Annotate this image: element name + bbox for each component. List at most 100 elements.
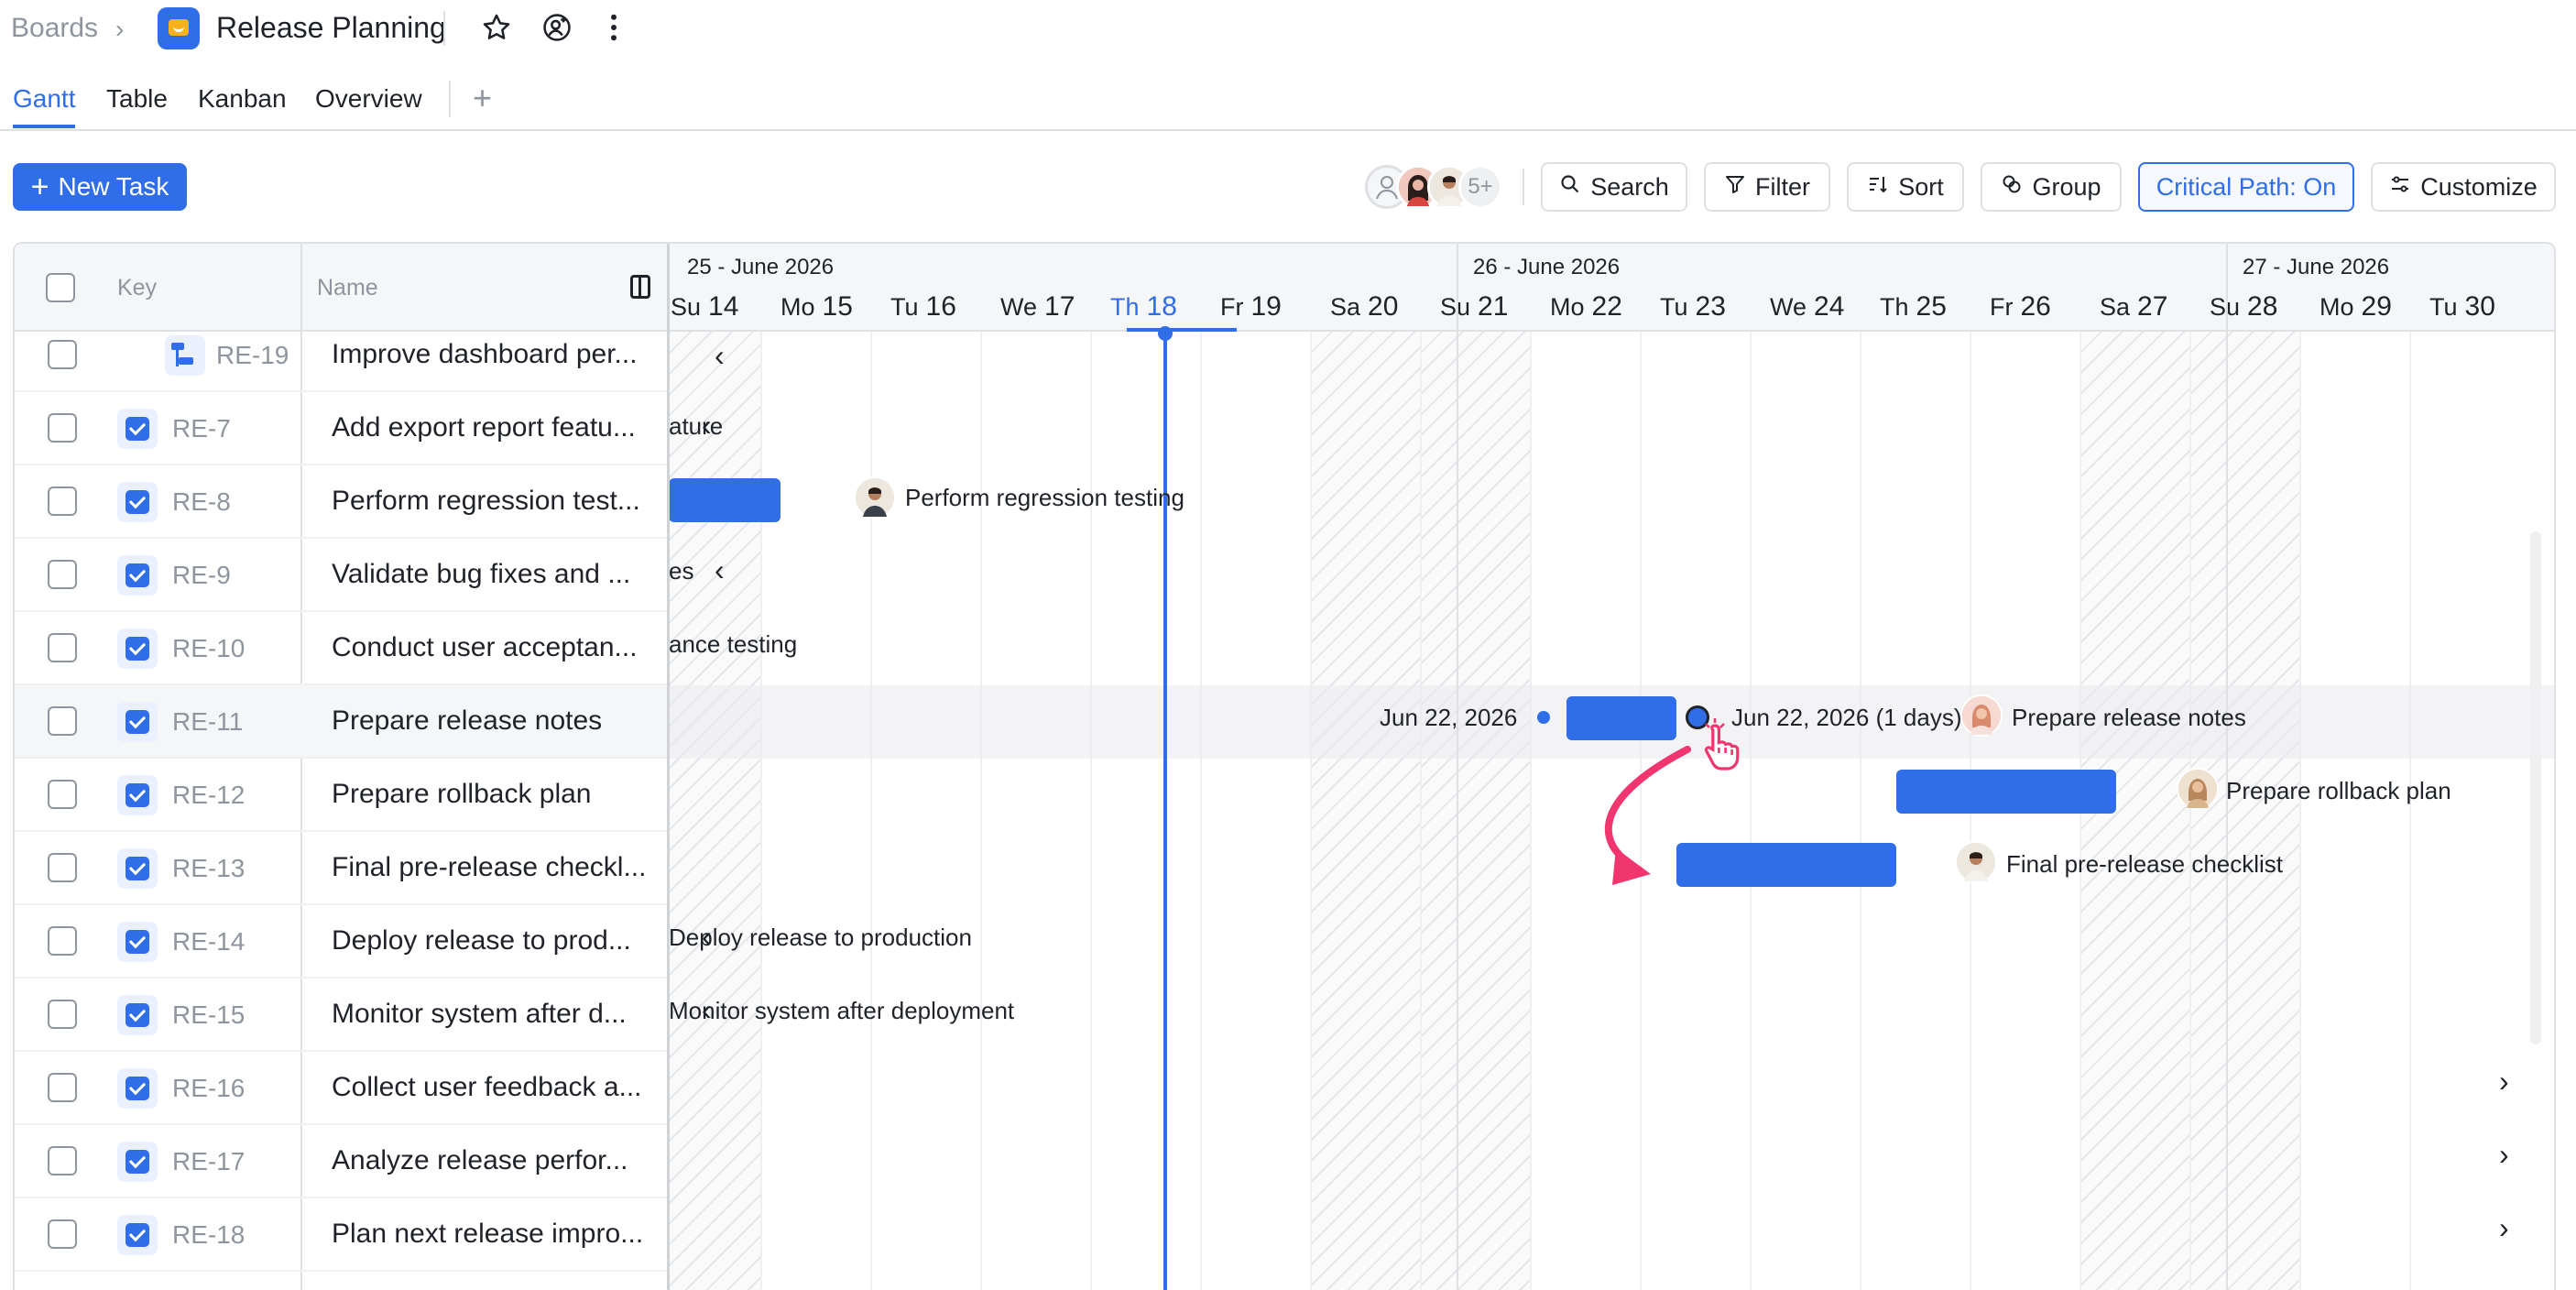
task-name[interactable]: Deploy release to prod... [332, 925, 652, 957]
row-checkbox[interactable] [48, 486, 77, 516]
vertical-scrollbar[interactable] [2530, 531, 2541, 1044]
row-checkbox[interactable] [48, 633, 77, 662]
task-key[interactable]: RE-19 [216, 341, 289, 370]
row-checkbox[interactable] [48, 706, 77, 736]
new-task-button[interactable]: + New Task [13, 163, 187, 211]
pane-splitter[interactable] [667, 244, 670, 1290]
table-row[interactable]: RE-17 Analyze release perfor... [15, 1125, 667, 1198]
row-checkbox[interactable] [48, 1000, 77, 1029]
table-row[interactable]: RE-7 Add export report featu... [15, 392, 667, 465]
task-key[interactable]: RE-18 [172, 1220, 245, 1250]
filter-button[interactable]: Filter [1704, 162, 1830, 212]
task-name[interactable]: Conduct user acceptan... [332, 632, 652, 663]
task-type-checkbox-icon [117, 775, 158, 815]
task-type-checkbox-icon [117, 629, 158, 669]
plus-icon: + [30, 169, 49, 204]
task-name[interactable]: Improve dashboard per... [332, 339, 652, 370]
task-name[interactable]: Final pre-release checkl... [332, 852, 652, 883]
task-key[interactable]: RE-14 [172, 927, 245, 957]
more-icon[interactable] [595, 9, 632, 46]
task-key[interactable]: RE-13 [172, 854, 245, 883]
table-row[interactable]: RE-10 Conduct user acceptan... [15, 612, 667, 685]
table-row[interactable]: RE-15 Monitor system after d... [15, 978, 667, 1052]
task-key[interactable]: RE-17 [172, 1147, 245, 1176]
sort-icon [1867, 173, 1889, 202]
table-row[interactable]: RE-19 Improve dashboard per... [15, 319, 667, 392]
row-checkbox[interactable] [48, 780, 77, 809]
add-view-icon[interactable]: + [473, 79, 492, 117]
task-name[interactable]: Collect user feedback a... [332, 1072, 652, 1103]
task-name[interactable]: Validate bug fixes and ... [332, 559, 652, 590]
row-checkbox[interactable] [48, 926, 77, 956]
critical-path-toggle[interactable]: Critical Path: On [2138, 162, 2354, 212]
task-key[interactable]: RE-15 [172, 1000, 245, 1030]
table-row[interactable]: RE-16 Collect user feedback a... [15, 1052, 667, 1125]
column-header-key[interactable]: Key [117, 275, 157, 301]
active-tab-indicator [13, 125, 75, 128]
gantt-grid: Key Name RE-19 Improve dashboard per... RE… [13, 242, 2556, 1290]
row-checkbox[interactable] [48, 560, 77, 589]
task-name[interactable]: Prepare rollback plan [332, 779, 652, 810]
freeze-column-icon[interactable] [630, 275, 650, 299]
row-checkbox[interactable] [48, 853, 77, 882]
table-row[interactable]: RE-14 Deploy release to prod... [15, 905, 667, 978]
task-key[interactable]: RE-8 [172, 487, 231, 517]
customize-label: Customize [2420, 172, 2538, 201]
group-icon [2001, 173, 2023, 202]
task-name[interactable]: Analyze release perfor... [332, 1145, 652, 1176]
breadcrumb-chevron-icon: › [115, 15, 125, 43]
sort-button[interactable]: Sort [1847, 162, 1964, 212]
tab-overview[interactable]: Overview [315, 84, 422, 114]
task-key[interactable]: RE-7 [172, 414, 231, 443]
task-name[interactable]: Monitor system after d... [332, 999, 652, 1030]
hand-pointer-icon [1704, 718, 1740, 771]
follow-icon[interactable] [539, 9, 575, 46]
search-button[interactable]: Search [1541, 162, 1687, 212]
star-icon[interactable] [478, 9, 515, 46]
breadcrumb-boards[interactable]: Boards [11, 13, 98, 44]
row-checkbox[interactable] [48, 1146, 77, 1175]
subtask-icon [165, 335, 205, 376]
board-title[interactable]: Release Planning [216, 11, 446, 45]
task-key[interactable]: RE-11 [172, 707, 243, 737]
tabs-divider [0, 129, 2576, 131]
task-type-checkbox-icon [117, 848, 158, 889]
row-checkbox[interactable] [48, 340, 77, 369]
tab-gantt[interactable]: Gantt [13, 84, 75, 114]
row-checkbox[interactable] [48, 413, 77, 443]
row-checkbox[interactable] [48, 1073, 77, 1102]
task-key[interactable]: RE-10 [172, 634, 245, 663]
critical-path-label: Critical Path: On [2156, 172, 2337, 201]
task-type-checkbox-icon [117, 1068, 158, 1109]
select-all-checkbox[interactable] [46, 273, 75, 302]
tab-kanban[interactable]: Kanban [198, 84, 287, 114]
table-row[interactable]: RE-11 Prepare release notes [15, 685, 667, 759]
table-row[interactable]: RE-12 Prepare rollback plan [15, 759, 667, 832]
task-type-checkbox-icon [117, 1215, 158, 1255]
task-type-checkbox-icon [117, 922, 158, 962]
toolbar-divider [1523, 169, 1524, 205]
table-row[interactable]: RE-8 Perform regression test... [15, 465, 667, 539]
task-name[interactable]: Perform regression test... [332, 486, 652, 517]
board-icon [158, 7, 200, 49]
task-key[interactable]: RE-16 [172, 1074, 245, 1103]
task-name[interactable]: Prepare release notes [332, 705, 652, 737]
task-key[interactable]: RE-12 [172, 781, 245, 810]
task-type-checkbox-icon [117, 482, 158, 522]
customize-button[interactable]: Customize [2371, 162, 2556, 212]
task-key[interactable]: RE-9 [172, 561, 231, 590]
row-checkbox[interactable] [48, 1219, 77, 1249]
column-header-name[interactable]: Name [317, 275, 378, 301]
gantt-chart: 25 - June 2026 26 - June 2026 27 - June … [669, 244, 2554, 1290]
tab-table[interactable]: Table [106, 84, 168, 114]
divider [443, 11, 445, 46]
group-button[interactable]: Group [1981, 162, 2122, 212]
task-name[interactable]: Add export report featu... [332, 412, 652, 443]
task-type-checkbox-icon [117, 409, 158, 449]
table-row[interactable]: RE-13 Final pre-release checkl... [15, 832, 667, 905]
filter-icon [1724, 173, 1746, 202]
top-bar: Boards › Release Planning [0, 0, 2576, 57]
table-row[interactable]: RE-18 Plan next release impro... [15, 1198, 667, 1272]
table-row[interactable]: RE-9 Validate bug fixes and ... [15, 539, 667, 612]
task-name[interactable]: Plan next release impro... [332, 1219, 652, 1250]
